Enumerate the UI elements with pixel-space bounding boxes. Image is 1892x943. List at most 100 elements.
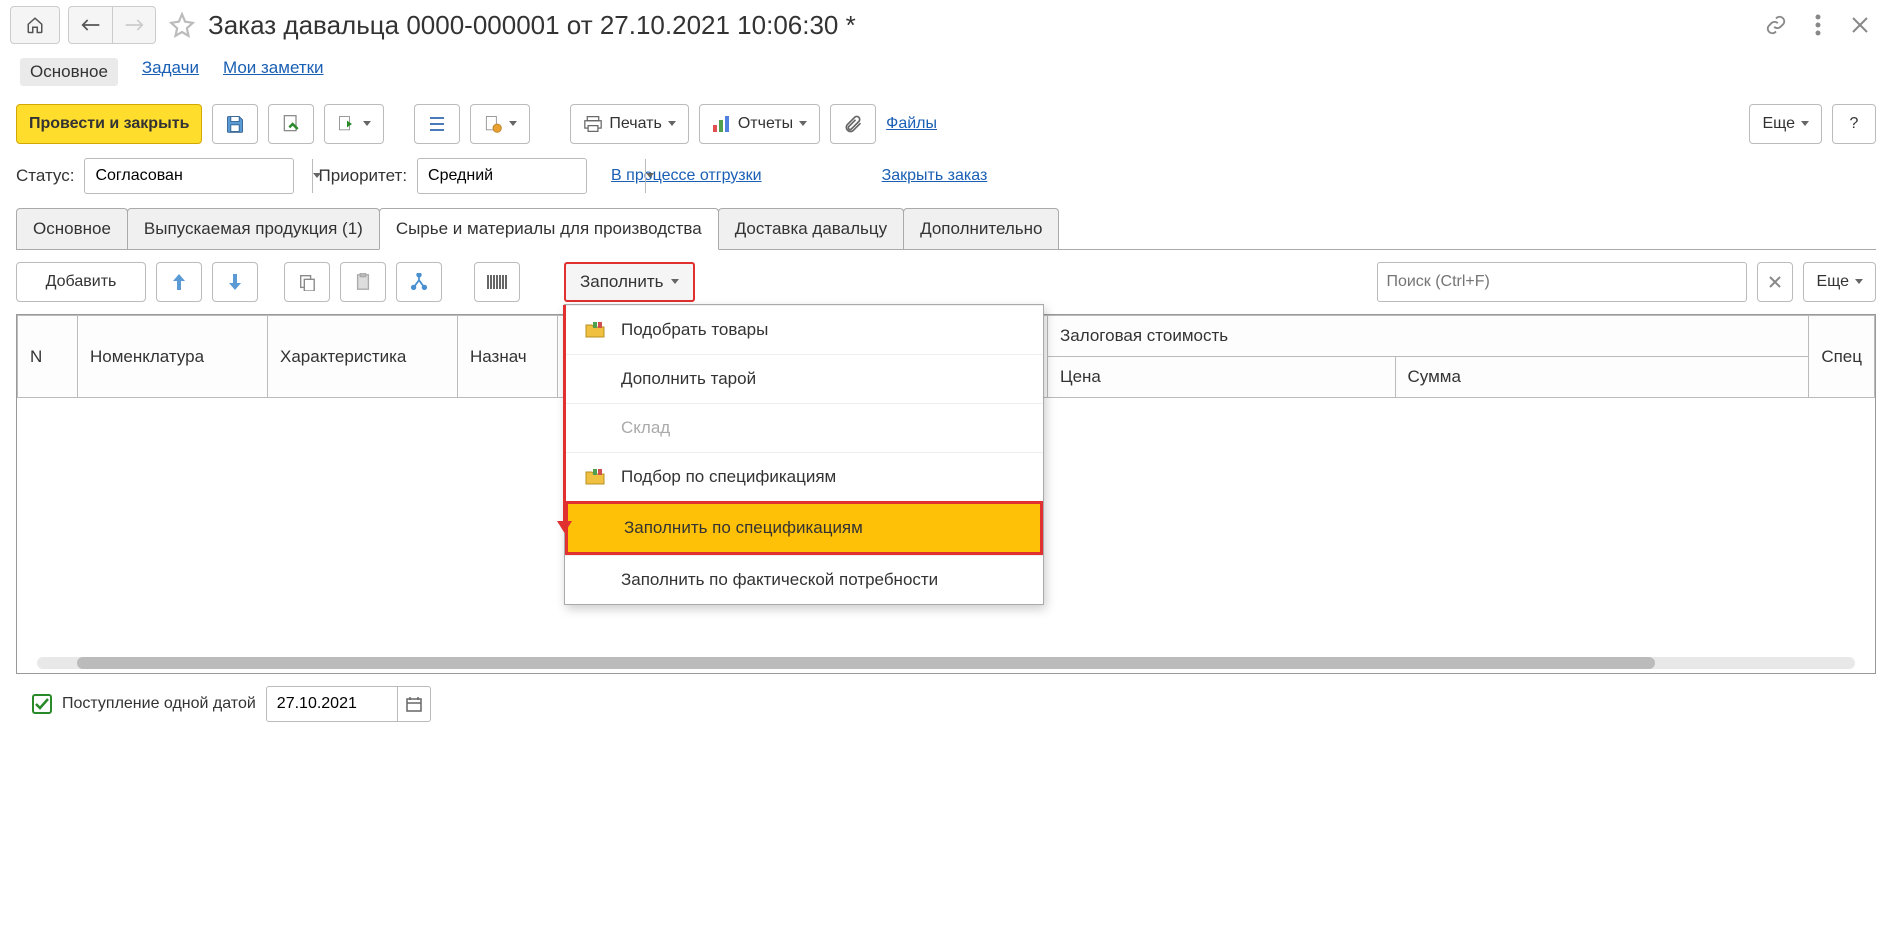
page-title: Заказ давальца 0000-000001 от 27.10.2021… (208, 10, 1756, 41)
back-button[interactable] (68, 6, 112, 44)
close-button[interactable] (1848, 13, 1872, 37)
h-scrollbar[interactable] (37, 657, 1855, 669)
col-price[interactable]: Цена (1048, 357, 1396, 398)
status-dropdown[interactable] (84, 158, 294, 194)
col-n[interactable]: N (18, 316, 78, 398)
doc-arrow-icon (337, 114, 357, 134)
fill-button[interactable]: Заполнить (564, 262, 695, 302)
link-button[interactable] (1764, 13, 1788, 37)
move-up-button[interactable] (156, 262, 202, 302)
priority-arrow[interactable] (645, 159, 654, 193)
chevron-down-icon (363, 121, 371, 127)
chevron-down-icon (671, 279, 679, 285)
menu-pick-spec-label: Подбор по спецификациям (621, 467, 836, 487)
status-input[interactable] (85, 159, 312, 193)
settings-dropdown-button[interactable] (470, 104, 530, 144)
search-box[interactable] (1377, 262, 1747, 302)
arrow-right-icon (124, 18, 144, 32)
date-field[interactable] (266, 686, 431, 722)
print-label: Печать (609, 115, 661, 133)
nav-tab-notes[interactable]: Мои заметки (223, 58, 324, 86)
favorite-button[interactable] (168, 11, 196, 39)
tab-main[interactable]: Основное (16, 208, 128, 249)
forward-button[interactable] (112, 6, 156, 44)
col-purpose[interactable]: Назнач (458, 316, 558, 398)
priority-input[interactable] (418, 159, 645, 193)
calendar-icon (406, 696, 422, 712)
list-icon (428, 115, 446, 133)
fill-menu: Подобрать товары Дополнить тарой Склад П… (564, 304, 1044, 605)
save-button[interactable] (212, 104, 258, 144)
menu-button[interactable] (1806, 13, 1830, 37)
arrow-up-icon (172, 274, 186, 290)
move-down-button[interactable] (212, 262, 258, 302)
paperclip-icon (843, 114, 863, 134)
chevron-down-icon (646, 173, 654, 179)
fill-label: Заполнить (580, 272, 663, 292)
date-input[interactable] (267, 695, 397, 713)
menu-pick-spec[interactable]: Подбор по спецификациям (565, 452, 1043, 501)
col-char[interactable]: Характеристика (268, 316, 458, 398)
menu-pick-goods-label: Подобрать товары (621, 320, 768, 340)
chevron-down-icon (509, 121, 517, 127)
post-icon (281, 114, 301, 134)
attach-button[interactable] (830, 104, 876, 144)
paste-icon (354, 273, 372, 291)
tab-additional[interactable]: Дополнительно (903, 208, 1059, 249)
sub-more-button[interactable]: Еще (1803, 262, 1876, 302)
menu-fill-actual[interactable]: Заполнить по фактической потребности (565, 555, 1043, 604)
tab-materials[interactable]: Сырье и материалы для производства (379, 208, 719, 250)
search-input[interactable] (1386, 273, 1738, 291)
help-button[interactable]: ? (1832, 104, 1876, 144)
single-date-checkbox[interactable] (32, 694, 52, 714)
close-icon (1851, 16, 1869, 34)
status-label: Статус: (16, 166, 74, 186)
create-based-on-button[interactable] (324, 104, 384, 144)
close-icon (1769, 276, 1781, 288)
nav-tab-main[interactable]: Основное (20, 58, 118, 86)
split-button[interactable] (396, 262, 442, 302)
post-and-close-button[interactable]: Провести и закрыть (16, 104, 202, 144)
arrow-down-icon (228, 274, 242, 290)
col-spec[interactable]: Спец (1809, 316, 1875, 398)
priority-dropdown[interactable] (417, 158, 587, 194)
col-sum[interactable]: Сумма (1395, 357, 1809, 398)
folder-icon (585, 467, 605, 487)
reports-button[interactable]: Отчеты (699, 104, 820, 144)
barcode-icon (486, 273, 508, 291)
paste-button[interactable] (340, 262, 386, 302)
search-clear-button[interactable] (1757, 262, 1793, 302)
menu-fill-actual-label: Заполнить по фактической потребности (621, 570, 938, 590)
barcode-button[interactable] (474, 262, 520, 302)
list-button[interactable] (414, 104, 460, 144)
h-scrollbar-thumb[interactable] (77, 657, 1655, 669)
files-link[interactable]: Файлы (886, 115, 937, 133)
tab-products[interactable]: Выпускаемая продукция (1) (127, 208, 380, 249)
sub-more-label: Еще (1816, 273, 1849, 291)
menu-pick-goods[interactable]: Подобрать товары (565, 305, 1043, 354)
home-icon (26, 16, 44, 34)
print-button[interactable]: Печать (570, 104, 688, 144)
arrow-left-icon (81, 18, 101, 32)
col-item[interactable]: Номенклатура (78, 316, 268, 398)
reports-label: Отчеты (738, 115, 793, 133)
nav-tab-tasks[interactable]: Задачи (142, 58, 199, 86)
status-arrow[interactable] (312, 159, 321, 193)
close-order-link[interactable]: Закрыть заказ (882, 167, 988, 185)
menu-add-tare[interactable]: Дополнить тарой (565, 354, 1043, 403)
menu-fill-spec[interactable]: Заполнить по спецификациям (565, 501, 1043, 555)
tab-delivery[interactable]: Доставка давальцу (718, 208, 904, 249)
menu-warehouse-label: Склад (621, 418, 670, 438)
home-button[interactable] (10, 6, 60, 44)
check-icon (35, 698, 49, 710)
col-deposit[interactable]: Залоговая стоимость (1048, 316, 1809, 357)
post-button[interactable] (268, 104, 314, 144)
kebab-icon (1815, 14, 1821, 36)
single-date-label: Поступление одной датой (62, 695, 256, 713)
doc-gear-icon (483, 114, 503, 134)
calendar-button[interactable] (397, 687, 430, 721)
more-button[interactable]: Еще (1749, 104, 1822, 144)
split-icon (410, 273, 428, 291)
add-button[interactable]: Добавить (16, 262, 146, 302)
copy-button[interactable] (284, 262, 330, 302)
